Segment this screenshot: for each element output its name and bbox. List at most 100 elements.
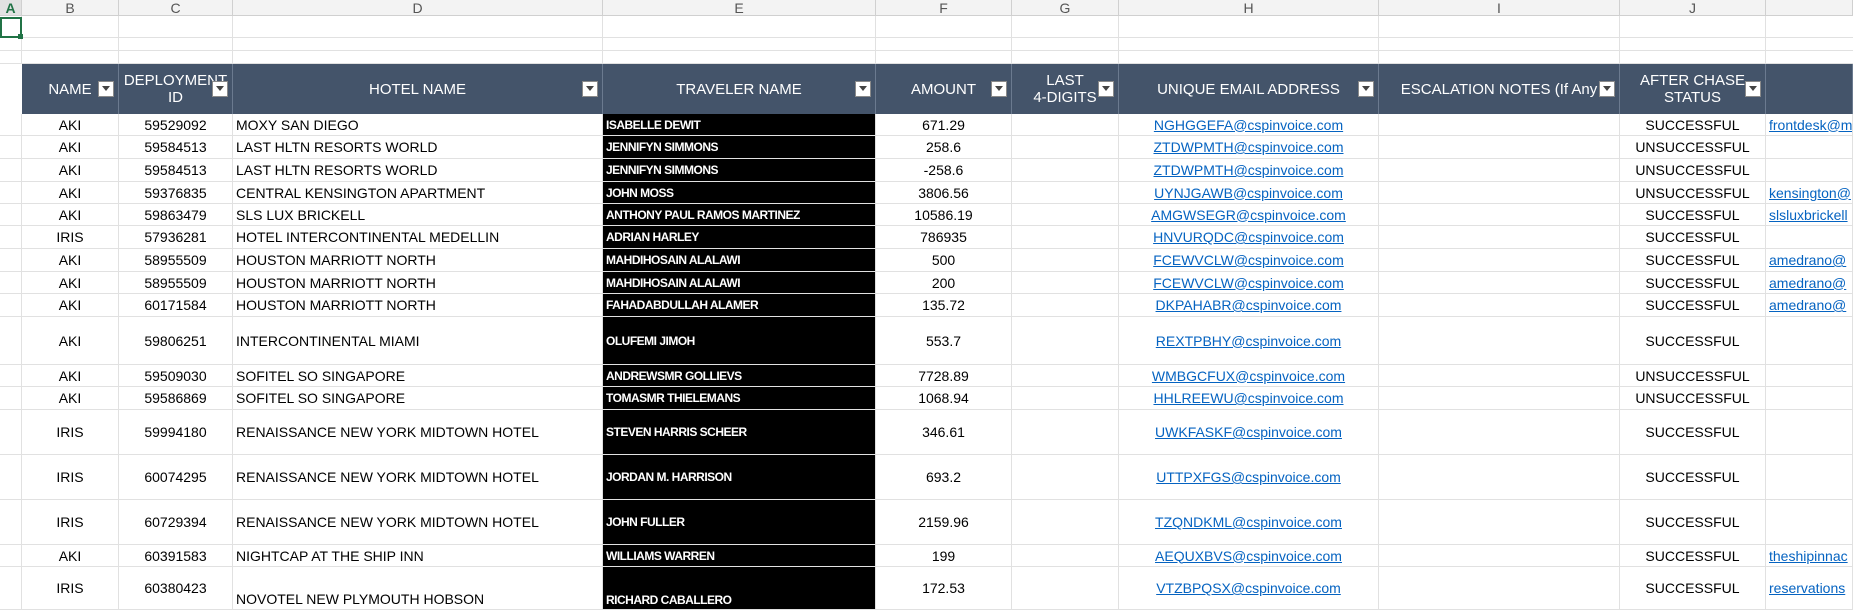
hotel-name-cell[interactable]: RENAISSANCE NEW YORK MIDTOWN HOTEL [233,500,603,544]
status-cell[interactable]: UNSUCCESSFUL [1620,365,1766,386]
name-cell[interactable]: AKI [22,294,119,316]
deployment-id-cell[interactable]: 59586869 [119,387,233,409]
column-header-g[interactable]: G [1012,0,1119,16]
contact-link[interactable]: amedrano@ [1766,294,1853,316]
deployment-id-cell[interactable]: 59529092 [119,114,233,135]
deployment-id-cell[interactable]: 59863479 [119,204,233,225]
status-cell[interactable]: UNSUCCESSFUL [1620,182,1766,203]
status-cell[interactable]: SUCCESSFUL [1620,500,1766,544]
column-header-e[interactable]: E [603,0,876,16]
name-cell[interactable]: IRIS [22,500,119,544]
escalation-cell[interactable] [1379,317,1620,364]
name-cell[interactable]: AKI [22,114,119,135]
filter-dropdown-icon[interactable] [582,81,598,97]
row-number-cell[interactable] [0,317,22,364]
traveler-name-cell[interactable]: FAHADABDULLAH ALAMER [603,294,876,316]
escalation-cell[interactable] [1379,159,1620,181]
hotel-name-cell[interactable]: HOUSTON MARRIOTT NORTH [233,272,603,293]
deployment-id-cell[interactable]: 60171584 [119,294,233,316]
empty-row[interactable] [0,38,1853,51]
hotel-name-cell[interactable]: HOUSTON MARRIOTT NORTH [233,249,603,271]
hotel-name-cell[interactable]: HOUSTON MARRIOTT NORTH [233,294,603,316]
empty-row[interactable] [0,51,1853,64]
row-number-cell[interactable] [0,500,22,544]
column-header-a[interactable]: A [0,0,22,16]
escalation-cell[interactable] [1379,272,1620,293]
last4-cell[interactable] [1012,159,1119,181]
name-cell[interactable]: AKI [22,272,119,293]
email-link[interactable]: FCEWVCLW@cspinvoice.com [1119,272,1379,293]
name-cell[interactable]: AKI [22,182,119,203]
last4-cell[interactable] [1012,136,1119,158]
escalation-cell[interactable] [1379,136,1620,158]
amount-cell[interactable]: 135.72 [876,294,1012,316]
traveler-name-cell[interactable]: JOHN FULLER [603,500,876,544]
contact-link[interactable] [1766,317,1853,364]
traveler-name-cell[interactable]: ANTHONY PAUL RAMOS MARTINEZ [603,204,876,225]
row-number-cell[interactable] [0,136,22,158]
name-cell[interactable]: AKI [22,387,119,409]
deployment-id-cell[interactable]: 60380423 [119,567,233,609]
hotel-name-cell[interactable]: NOVOTEL NEW PLYMOUTH HOBSON [233,567,603,609]
column-header-h[interactable]: H [1119,0,1379,16]
escalation-cell[interactable] [1379,226,1620,248]
amount-cell[interactable]: 500 [876,249,1012,271]
status-cell[interactable]: SUCCESSFUL [1620,410,1766,454]
name-cell[interactable]: IRIS [22,455,119,499]
escalation-cell[interactable] [1379,204,1620,225]
filter-dropdown-icon[interactable] [991,81,1007,97]
filter-dropdown-icon[interactable] [98,81,114,97]
amount-cell[interactable]: -258.6 [876,159,1012,181]
status-cell[interactable]: SUCCESSFUL [1620,204,1766,225]
row-number-cell[interactable] [0,249,22,271]
amount-cell[interactable]: 7728.89 [876,365,1012,386]
escalation-cell[interactable] [1379,410,1620,454]
deployment-id-cell[interactable]: 59584513 [119,159,233,181]
escalation-cell[interactable] [1379,545,1620,566]
traveler-name-cell[interactable]: JOHN MOSS [603,182,876,203]
traveler-name-cell[interactable]: STEVEN HARRIS SCHEER [603,410,876,454]
contact-link[interactable]: amedrano@ [1766,272,1853,293]
status-cell[interactable]: SUCCESSFUL [1620,294,1766,316]
last4-cell[interactable] [1012,317,1119,364]
status-cell[interactable]: SUCCESSFUL [1620,455,1766,499]
traveler-name-cell[interactable]: ADRIAN HARLEY [603,226,876,248]
contact-link[interactable] [1766,136,1853,158]
column-header-b[interactable]: B [22,0,119,16]
contact-link[interactable] [1766,410,1853,454]
column-header-i[interactable]: I [1379,0,1620,16]
email-link[interactable]: WMBGCFUX@cspinvoice.com [1119,365,1379,386]
name-cell[interactable]: IRIS [22,410,119,454]
hotel-name-cell[interactable]: CENTRAL KENSINGTON APARTMENT [233,182,603,203]
contact-link[interactable]: reservations [1766,567,1853,609]
status-cell[interactable]: UNSUCCESSFUL [1620,387,1766,409]
contact-link[interactable]: amedrano@ [1766,249,1853,271]
traveler-name-cell[interactable]: JENNIFYN SIMMONS [603,159,876,181]
hotel-name-cell[interactable]: MOXY SAN DIEGO [233,114,603,135]
deployment-id-cell[interactable]: 59994180 [119,410,233,454]
deployment-id-cell[interactable]: 60391583 [119,545,233,566]
email-link[interactable]: HHLREEWU@cspinvoice.com [1119,387,1379,409]
status-cell[interactable]: SUCCESSFUL [1620,226,1766,248]
row-number-cell[interactable] [0,182,22,203]
row-number-cell[interactable] [0,114,22,135]
email-link[interactable]: ZTDWPMTH@cspinvoice.com [1119,136,1379,158]
email-link[interactable]: REXTPBHY@cspinvoice.com [1119,317,1379,364]
contact-link[interactable] [1766,387,1853,409]
last4-cell[interactable] [1012,567,1119,609]
amount-cell[interactable]: 2159.96 [876,500,1012,544]
name-cell[interactable]: AKI [22,365,119,386]
escalation-cell[interactable] [1379,182,1620,203]
deployment-id-cell[interactable]: 59584513 [119,136,233,158]
row-number-cell[interactable] [0,204,22,225]
status-cell[interactable]: SUCCESSFUL [1620,545,1766,566]
last4-cell[interactable] [1012,410,1119,454]
hotel-name-cell[interactable]: SLS LUX BRICKELL [233,204,603,225]
amount-cell[interactable]: 671.29 [876,114,1012,135]
last4-cell[interactable] [1012,545,1119,566]
row-number-cell[interactable] [0,410,22,454]
amount-cell[interactable]: 786935 [876,226,1012,248]
deployment-id-cell[interactable]: 59376835 [119,182,233,203]
name-cell[interactable]: AKI [22,249,119,271]
name-cell[interactable]: AKI [22,136,119,158]
